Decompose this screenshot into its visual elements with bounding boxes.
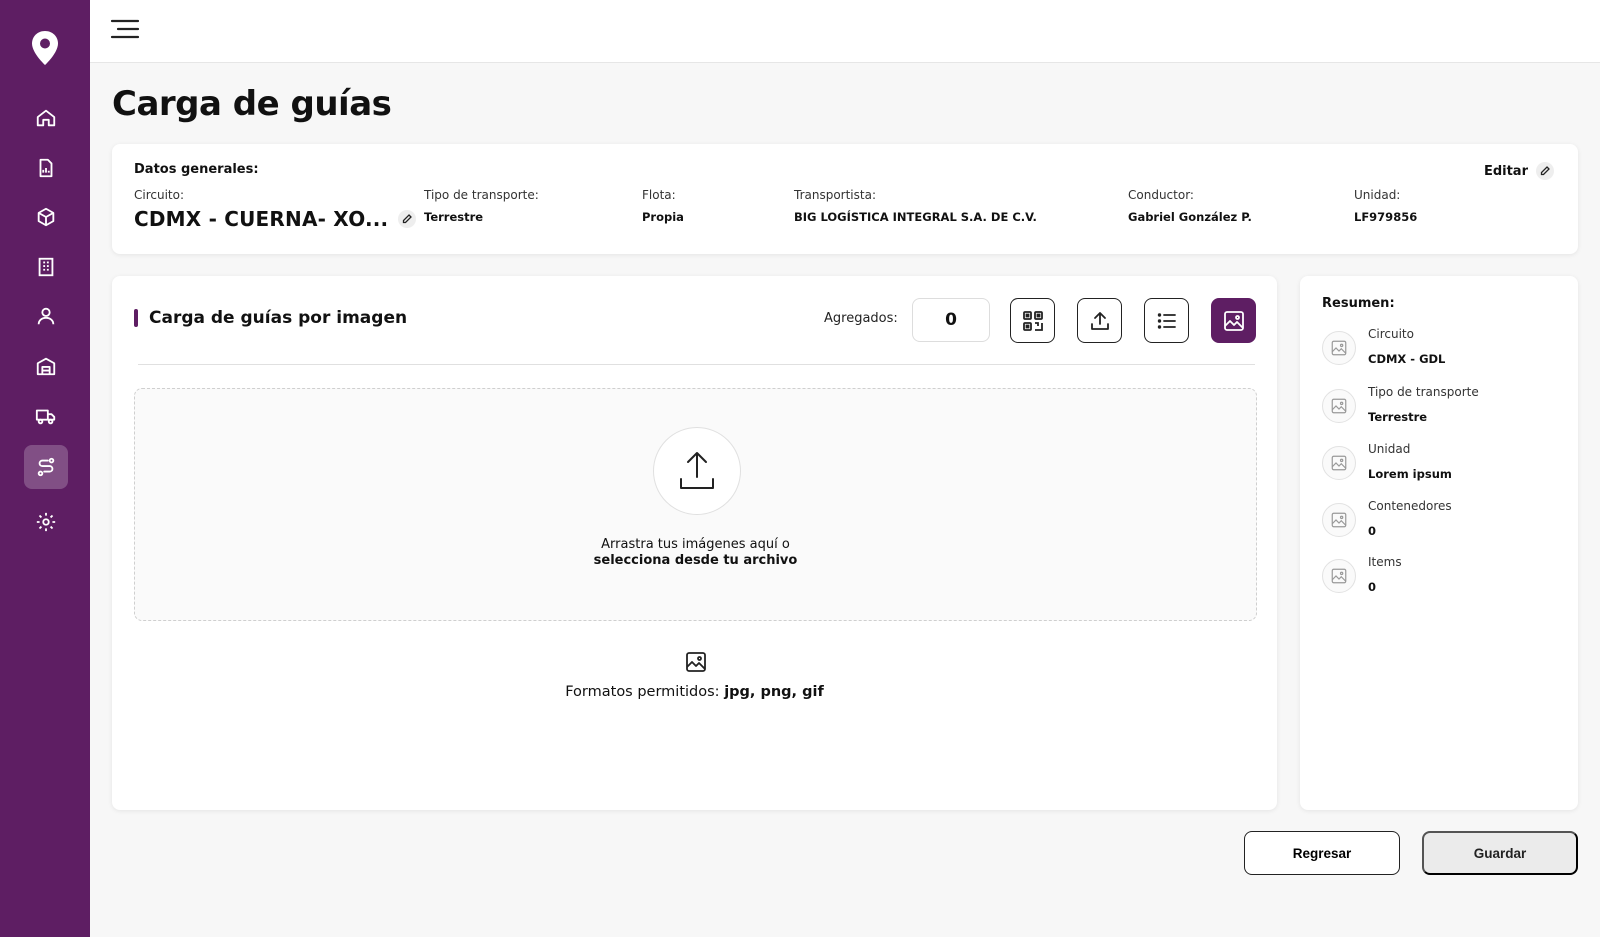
image-placeholder-icon: [1322, 446, 1356, 480]
section-accent-bar: [134, 309, 138, 327]
driver-value: Gabriel González P.: [1128, 210, 1252, 224]
warehouse-icon: [36, 357, 56, 376]
report-icon: [39, 158, 53, 178]
image-upload-mode-button[interactable]: [1211, 298, 1256, 343]
summary-item-circuit: Circuito CDMX - GDL: [1322, 327, 1562, 379]
carrier-field: Transportista: BIG LOGÍSTICA INTEGRAL S.…: [794, 188, 1037, 224]
user-icon: [37, 307, 55, 325]
sidebar-item-routes[interactable]: [24, 445, 68, 489]
summary-label: Items: [1368, 555, 1402, 569]
settings-icon: [36, 512, 56, 532]
edit-circuit-icon[interactable]: [398, 210, 417, 228]
edit-button[interactable]: Editar: [1484, 162, 1554, 180]
list-view-button[interactable]: [1144, 298, 1189, 343]
transport-value: Terrestre: [424, 210, 484, 224]
allowed-formats-label: Formatos permitidos:: [565, 684, 720, 700]
summary-label: Contenedores: [1368, 499, 1452, 513]
carrier-label: Transportista:: [794, 188, 876, 202]
summary-item-containers: Contenedores 0: [1322, 499, 1562, 551]
summary-value: Terrestre: [1368, 410, 1428, 424]
top-bar: [90, 0, 1600, 63]
qr-code-icon: [1022, 310, 1043, 331]
select-from-file-link[interactable]: selecciona desde tu archivo: [594, 553, 798, 568]
sidebar-item-transport[interactable]: [24, 394, 68, 438]
summary-heading: Resumen:: [1322, 296, 1395, 311]
summary-value: 0: [1368, 524, 1377, 538]
image-format-icon: [686, 652, 706, 672]
image-upload-card: Carga de guías por imagen Agregados: 0 A…: [112, 276, 1277, 810]
circuit-value: CDMX - CUERNA- XO...: [134, 207, 389, 231]
allowed-formats-value: jpg, png, gif: [724, 684, 824, 700]
save-button[interactable]: Guardar: [1422, 831, 1578, 875]
upload-icon: [680, 452, 714, 489]
summary-item-transport: Tipo de transporte Terrestre: [1322, 385, 1562, 437]
summary-label: Unidad: [1368, 442, 1411, 456]
circuit-label: Circuito:: [134, 188, 185, 202]
image-icon: [1223, 310, 1244, 331]
summary-value: 0: [1368, 580, 1377, 594]
menu-icon[interactable]: [110, 18, 140, 40]
allowed-formats: Formatos permitidos: jpg, png, gif: [112, 684, 1277, 700]
sidebar-item-buildings[interactable]: [24, 245, 68, 289]
fleet-field: Flota: Propia: [642, 188, 684, 224]
unit-field: Unidad: LF979856: [1354, 188, 1417, 224]
sidebar-item-users[interactable]: [24, 294, 68, 338]
transport-label: Tipo de transporte:: [424, 188, 539, 202]
page-title: Carga de guías: [112, 84, 392, 124]
sidebar: [0, 0, 90, 937]
home-icon: [36, 109, 56, 127]
fleet-value: Propia: [642, 210, 684, 224]
driver-label: Conductor:: [1128, 188, 1194, 202]
image-dropzone[interactable]: Arrastra tus imágenes aquí o selecciona …: [134, 388, 1257, 621]
added-label: Agregados:: [824, 311, 898, 326]
driver-field: Conductor: Gabriel González P.: [1128, 188, 1252, 224]
location-pin-icon[interactable]: [30, 30, 60, 66]
unit-value: LF979856: [1354, 210, 1418, 224]
list-icon: [1157, 312, 1176, 329]
sidebar-item-packages[interactable]: [24, 195, 68, 239]
truck-icon: [35, 409, 56, 425]
summary-value: CDMX - GDL: [1368, 352, 1446, 366]
sidebar-item-home[interactable]: [24, 96, 68, 140]
image-placeholder-icon: [1322, 331, 1356, 365]
upload-icon: [1090, 311, 1109, 330]
image-placeholder-icon: [1322, 389, 1356, 423]
added-count: 0: [912, 298, 990, 342]
pencil-icon: [1536, 162, 1554, 180]
summary-value: Lorem ipsum: [1368, 467, 1452, 481]
image-placeholder-icon: [1322, 503, 1356, 537]
fleet-label: Flota:: [642, 188, 676, 202]
building-icon: [38, 257, 54, 277]
file-upload-button[interactable]: [1077, 298, 1122, 343]
unit-label: Unidad:: [1354, 188, 1401, 202]
route-icon: [37, 457, 55, 477]
back-button[interactable]: Regresar: [1244, 831, 1400, 875]
summary-card: Resumen: Circuito CDMX - GDL Tipo de tra…: [1300, 276, 1578, 810]
sidebar-item-warehouse[interactable]: [24, 344, 68, 388]
dropzone-text: Arrastra tus imágenes aquí o selecciona …: [135, 537, 1256, 569]
section-divider: [138, 364, 1255, 365]
sidebar-item-reports[interactable]: [24, 146, 68, 190]
package-icon: [37, 207, 55, 227]
qr-scan-button[interactable]: [1010, 298, 1055, 343]
dropzone-text-line1: Arrastra tus imágenes aquí o: [601, 537, 790, 552]
carrier-value: BIG LOGÍSTICA INTEGRAL S.A. DE C.V.: [794, 210, 1037, 224]
image-placeholder-icon: [1322, 559, 1356, 593]
general-data-heading: Datos generales:: [134, 162, 259, 177]
circuit-field: Circuito: CDMX - CUERNA- XO...: [134, 188, 417, 231]
summary-item-items: Items 0: [1322, 555, 1562, 607]
section-title: Carga de guías por imagen: [149, 308, 408, 328]
transport-field: Tipo de transporte: Terrestre: [424, 188, 539, 224]
edit-label: Editar: [1483, 163, 1528, 179]
dropzone-upload-icon-wrapper: [653, 427, 741, 515]
summary-label: Tipo de transporte: [1368, 385, 1479, 399]
summary-label: Circuito: [1368, 327, 1414, 341]
general-data-card: Datos generales: Editar Circuito: CDMX -…: [112, 144, 1578, 254]
summary-item-unit: Unidad Lorem ipsum: [1322, 442, 1562, 494]
sidebar-item-settings[interactable]: [24, 500, 68, 544]
